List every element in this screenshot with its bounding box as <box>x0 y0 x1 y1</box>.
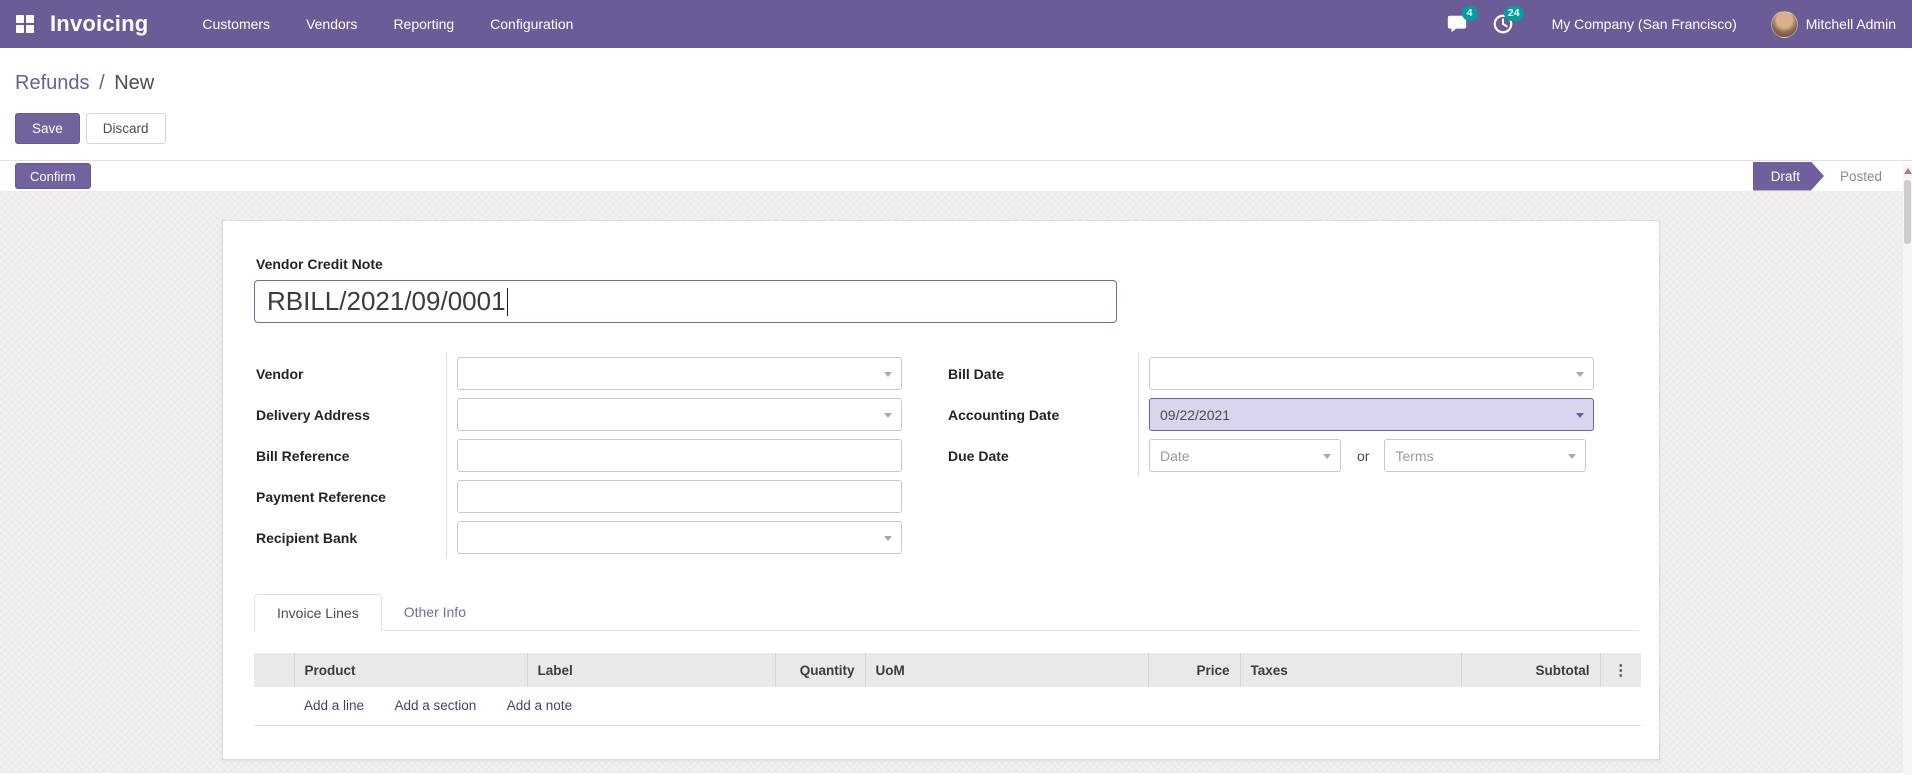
add-a-line-link[interactable]: Add a line <box>304 698 364 713</box>
delivery-address-label: Delivery Address <box>256 406 370 423</box>
or-text: or <box>1357 447 1370 464</box>
vendor-field[interactable] <box>457 357 902 390</box>
column-handle <box>254 653 294 687</box>
nav-menu-vendors[interactable]: Vendors <box>288 0 375 48</box>
bill-reference-field[interactable] <box>457 439 902 472</box>
column-label[interactable]: Label <box>526 653 775 687</box>
apps-menu-icon[interactable] <box>16 15 34 33</box>
accounting-date-field[interactable]: 09/22/2021 <box>1149 398 1594 431</box>
chevron-down-icon <box>884 412 892 418</box>
user-avatar[interactable] <box>1770 10 1798 38</box>
bill-date-field[interactable] <box>1149 357 1594 390</box>
payment-reference-row: Payment Reference <box>254 476 902 517</box>
text-cursor <box>506 287 508 316</box>
status-draft[interactable]: Draft <box>1753 162 1824 191</box>
due-date-label: Due Date <box>948 447 1009 464</box>
statusbar: Confirm Draft Posted <box>0 161 1912 192</box>
chevron-down-icon <box>1568 453 1577 459</box>
chevron-down-icon <box>1323 453 1331 459</box>
column-options-icon[interactable]: ⋮ <box>1599 653 1641 687</box>
accounting-date-label: Accounting Date <box>948 406 1060 423</box>
chevron-down-icon <box>1576 371 1584 377</box>
bill-date-row: Bill Date <box>946 353 1594 394</box>
chevron-down-icon <box>884 535 892 541</box>
delivery-address-row: Delivery Address <box>254 394 902 435</box>
due-date-field[interactable]: Date <box>1149 439 1341 472</box>
accounting-date-value: 09/22/2021 <box>1160 406 1231 423</box>
column-uom[interactable]: UoM <box>864 653 1148 687</box>
scrollbar-thumb[interactable] <box>1904 180 1911 244</box>
recipient-bank-field[interactable] <box>457 521 902 554</box>
scrollbar-up-icon[interactable] <box>1903 168 1912 174</box>
top-nav: Invoicing Customers Vendors Reporting Co… <box>0 0 1912 48</box>
nav-menu-reporting[interactable]: Reporting <box>375 0 472 48</box>
due-date-row: Due Date Date or Terms <box>946 435 1593 476</box>
payment-terms-field[interactable]: Terms <box>1384 439 1587 472</box>
invoice-lines-table: Product Label Quantity UoM Price Taxes S… <box>254 653 1641 726</box>
user-menu[interactable]: Mitchell Admin <box>1806 16 1896 32</box>
discard-button[interactable]: Discard <box>85 113 166 144</box>
vendor-credit-note-value: RBILL/2021/09/0001 <box>267 286 506 316</box>
scrollbar[interactable] <box>1903 164 1912 775</box>
add-links-row: Add a line Add a section Add a note <box>254 687 1641 726</box>
control-panel: Refunds / New Save Discard <box>0 48 1912 161</box>
app-name[interactable]: Invoicing <box>50 11 148 37</box>
due-date-placeholder: Date <box>1160 447 1190 464</box>
payment-reference-field[interactable] <box>457 480 902 513</box>
activities-button[interactable]: 24 <box>1492 6 1524 35</box>
recipient-bank-label: Recipient Bank <box>256 529 358 546</box>
terms-placeholder: Terms <box>1395 447 1434 464</box>
vendor-label: Vendor <box>256 365 304 382</box>
tab-invoice-lines[interactable]: Invoice Lines <box>254 594 382 631</box>
content-area: Vendor Credit Note RBILL/2021/09/0001 Ve… <box>0 192 1912 773</box>
confirm-button[interactable]: Confirm <box>15 163 91 189</box>
recipient-bank-row: Recipient Bank <box>254 517 902 558</box>
table-header-row: Product Label Quantity UoM Price Taxes S… <box>254 653 1641 687</box>
breadcrumb: Refunds / New <box>15 72 1912 95</box>
payment-reference-label: Payment Reference <box>256 488 386 505</box>
bill-reference-label: Bill Reference <box>256 447 350 464</box>
breadcrumb-current: New <box>114 72 155 94</box>
add-a-note-link[interactable]: Add a note <box>507 698 572 713</box>
bill-date-label: Bill Date <box>948 365 1005 382</box>
chevron-down-icon <box>884 371 892 377</box>
vendor-credit-note-label: Vendor Credit Note <box>256 256 383 272</box>
column-quantity[interactable]: Quantity <box>774 653 865 687</box>
status-posted[interactable]: Posted <box>1840 169 1882 184</box>
messages-button[interactable]: 4 <box>1446 6 1478 35</box>
accounting-date-row: Accounting Date 09/22/2021 <box>946 394 1594 435</box>
column-product[interactable]: Product <box>293 653 527 687</box>
column-subtotal[interactable]: Subtotal <box>1460 653 1600 687</box>
nav-menu-configuration[interactable]: Configuration <box>472 0 591 48</box>
chevron-down-icon <box>1576 412 1584 418</box>
column-price[interactable]: Price <box>1147 653 1240 687</box>
notebook-tabs: Invoice Lines Other Info <box>254 594 1639 631</box>
vendor-credit-note-input[interactable]: RBILL/2021/09/0001 <box>254 280 1117 323</box>
nav-menu-customers[interactable]: Customers <box>184 0 288 48</box>
delivery-address-field[interactable] <box>457 398 902 431</box>
breadcrumb-separator: / <box>99 72 105 94</box>
messages-badge: 4 <box>1461 6 1478 21</box>
activities-badge: 24 <box>1503 6 1524 21</box>
column-taxes[interactable]: Taxes <box>1239 653 1461 687</box>
tab-other-info[interactable]: Other Info <box>382 594 488 630</box>
status-steps: Draft Posted <box>1753 162 1882 191</box>
bill-reference-row: Bill Reference <box>254 435 902 476</box>
breadcrumb-refunds-link[interactable]: Refunds <box>15 72 90 94</box>
company-switcher[interactable]: My Company (San Francisco) <box>1552 16 1737 32</box>
save-button[interactable]: Save <box>15 113 80 144</box>
add-a-section-link[interactable]: Add a section <box>395 698 477 713</box>
form-sheet: Vendor Credit Note RBILL/2021/09/0001 Ve… <box>222 220 1660 760</box>
vendor-row: Vendor <box>254 353 902 394</box>
